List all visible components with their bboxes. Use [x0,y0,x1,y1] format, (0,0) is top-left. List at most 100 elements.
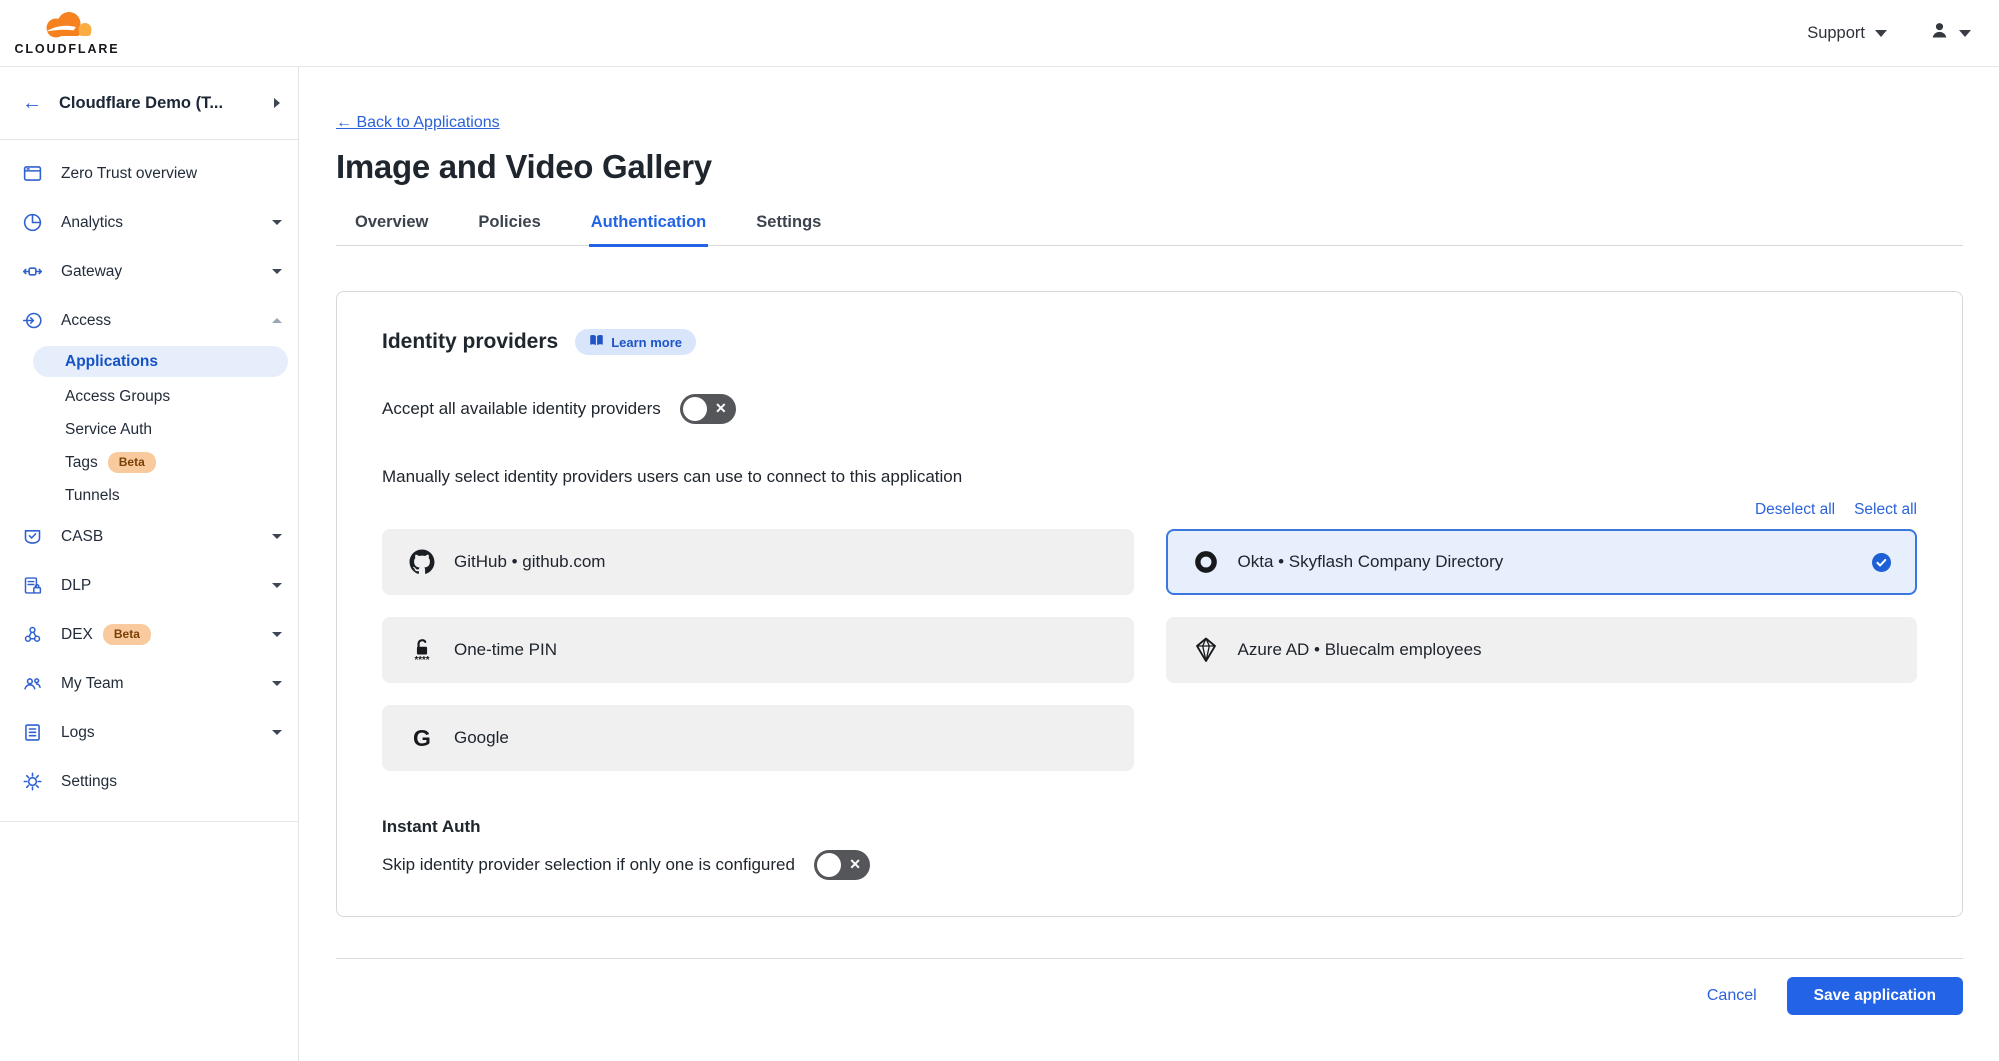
sidebar-item-label: Tunnels [65,487,120,505]
sidebar-item-label: Settings [61,773,117,791]
overview-window-icon [22,163,43,184]
cancel-button[interactable]: Cancel [1707,987,1757,1005]
sidebar-item-settings[interactable]: Settings [0,757,298,806]
tab-settings[interactable]: Settings [754,213,823,247]
sidebar-item-label: Gateway [61,263,122,281]
zero-trust-dashboard: CLOUDFLARE Support ← Clo [0,0,1999,1061]
provider-tile-okta[interactable]: Okta • Skyflash Company Directory [1166,529,1918,595]
dex-network-icon [22,624,43,645]
sidebar-item-tags[interactable]: Tags Beta [0,446,298,479]
body-row: ← Cloudflare Demo (T... Zero Trust overv… [0,67,1999,1061]
provider-tile-one-time-pin[interactable]: **** One-time PIN [382,617,1134,683]
sidebar-item-dlp[interactable]: DLP [0,561,298,610]
accept-all-label: Accept all available identity providers [382,399,661,419]
provider-tile-github[interactable]: GitHub • github.com [382,529,1134,595]
sidebar-item-label: DEX [61,626,93,644]
card-heading: Identity providers [382,330,558,354]
provider-name: One-time PIN [454,640,557,660]
toggle-knob [683,397,707,421]
back-to-applications-link[interactable]: ← Back to Applications [336,114,500,132]
cloudflare-logo-text: CLOUDFLARE [14,42,119,56]
sidebar-item-analytics[interactable]: Analytics [0,198,298,247]
sidebar-item-label: CASB [61,528,103,546]
user-avatar-icon [1929,20,1950,46]
select-all-link[interactable]: Select all [1854,501,1917,519]
toggle-off-icon: ✕ [849,856,861,873]
book-icon [589,334,604,350]
access-login-icon [22,310,43,331]
tab-bar: Overview Policies Authentication Setting… [336,213,1963,246]
user-menu[interactable] [1929,20,1971,46]
provider-name: Google [454,728,509,748]
one-time-pin-lock-icon: **** [408,636,436,664]
access-subnav: Applications Access Groups Service Auth … [0,346,298,512]
instant-auth-toggle[interactable]: ✕ [814,850,870,880]
provider-name: GitHub • github.com [454,552,605,572]
card-heading-row: Identity providers Learn more [382,329,1917,355]
chevron-down-icon [272,632,282,637]
sidebar-item-zero-trust-overview[interactable]: Zero Trust overview [0,149,298,198]
dlp-document-lock-icon [22,575,43,596]
manual-select-label: Manually select identity providers users… [382,467,1917,487]
sidebar-item-access[interactable]: Access [0,296,298,345]
sidebar-item-label: Applications [65,353,158,371]
top-bar: CLOUDFLARE Support [0,0,1999,67]
provider-name: Azure AD • Bluecalm employees [1238,640,1482,660]
page-title: Image and Video Gallery [336,148,1963,186]
selection-links: Deselect all Select all [382,501,1917,519]
save-application-button[interactable]: Save application [1787,977,1963,1015]
learn-more-badge[interactable]: Learn more [575,329,696,355]
logs-list-icon [22,722,43,743]
tab-overview[interactable]: Overview [353,213,430,247]
provider-tile-google[interactable]: G Google [382,705,1134,771]
sidebar-item-label: Analytics [61,214,123,232]
sidebar-item-service-auth[interactable]: Service Auth [0,413,298,446]
chevron-down-icon [272,220,282,225]
chevron-down-icon [1875,30,1887,37]
toggle-off-icon: ✕ [715,400,727,417]
sidebar-item-gateway[interactable]: Gateway [0,247,298,296]
instant-auth-label: Skip identity provider selection if only… [382,855,795,875]
cloudflare-logo[interactable]: CLOUDFLARE [14,10,120,56]
sidebar-item-access-groups[interactable]: Access Groups [0,380,298,413]
sidebar-nav: Zero Trust overview Analytics [0,140,298,822]
sidebar-item-label: My Team [61,675,124,693]
sidebar-item-casb[interactable]: CASB [0,512,298,561]
beta-badge: Beta [103,624,151,644]
provider-grid: GitHub • github.com Okta • Skyflash Comp… [382,529,1917,771]
tab-authentication[interactable]: Authentication [589,213,709,247]
instant-auth-heading: Instant Auth [382,817,1917,837]
chevron-right-icon [274,98,280,108]
chevron-down-icon [1959,30,1971,37]
toggle-knob [817,853,841,877]
deselect-all-link[interactable]: Deselect all [1755,501,1835,519]
team-people-icon [22,673,43,694]
accept-all-toggle[interactable]: ✕ [680,394,736,424]
casb-tray-check-icon [22,526,43,547]
sidebar-item-label: DLP [61,577,91,595]
sidebar-item-label: Tags [65,454,98,472]
sidebar-item-label: Logs [61,724,95,742]
github-icon [408,549,436,575]
sidebar-item-my-team[interactable]: My Team [0,659,298,708]
azure-ad-icon [1192,637,1220,663]
okta-icon [1192,549,1220,575]
support-menu[interactable]: Support [1807,24,1887,43]
chevron-up-icon [272,318,282,323]
topbar-actions: Support [1807,20,1971,46]
sidebar: ← Cloudflare Demo (T... Zero Trust overv… [0,67,299,1061]
account-switcher[interactable]: ← Cloudflare Demo (T... [0,67,298,140]
provider-tile-azure-ad[interactable]: Azure AD • Bluecalm employees [1166,617,1918,683]
support-label: Support [1807,24,1865,43]
beta-badge: Beta [108,452,156,472]
sidebar-divider [0,821,298,822]
google-icon: G [408,727,436,750]
sidebar-item-tunnels[interactable]: Tunnels [0,479,298,512]
tab-policies[interactable]: Policies [476,213,542,247]
cloudflare-cloud-icon [33,10,101,45]
svg-text:****: **** [414,655,429,664]
back-arrow-icon[interactable]: ← [22,92,42,115]
sidebar-item-applications[interactable]: Applications [33,346,288,377]
sidebar-item-logs[interactable]: Logs [0,708,298,757]
sidebar-item-dex[interactable]: DEX Beta [0,610,298,659]
